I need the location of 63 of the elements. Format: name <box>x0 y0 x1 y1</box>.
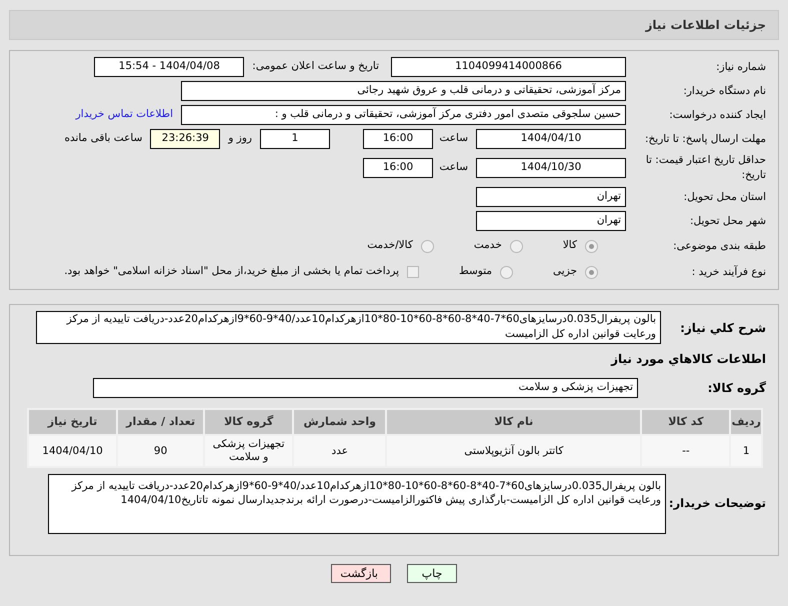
field-label: ایجاد کننده درخواست: <box>668 108 766 122</box>
buyer-field: مرکز آموزشی، تحقیقاتی و درمانی قلب و عروق شهید رجائی <box>181 81 626 101</box>
radio-button[interactable] <box>420 240 434 252</box>
buyer-contact-link[interactable]: اطلاعات تماس خریدار <box>76 107 173 123</box>
field-label: روز و <box>228 131 252 146</box>
radio-button[interactable] <box>500 266 514 278</box>
field-label: حداقل تاریخ اعتبار قیمت: تا تاریخ: <box>644 153 766 183</box>
table-cell: 1 <box>730 435 762 467</box>
field-label: شماره نیاز: <box>715 60 766 74</box>
field-label: ساعت <box>441 160 468 176</box>
table-cell: تجهیزات پزشکی و سلامت <box>204 435 294 467</box>
radio-button[interactable] <box>585 266 598 278</box>
field-label: گروه کالا: <box>706 380 766 397</box>
radio-button[interactable] <box>510 240 523 252</box>
field-label: توضیحات خریدار: <box>668 495 766 512</box>
page-header: جزئیات اطلاعات نیاز <box>9 10 779 40</box>
column-header: کد کالا <box>641 409 730 435</box>
summary-text-area[interactable]: بالون پریفرال0.035درسایزهای60*7-40*8-60*8-60*10-80*10ازهرکدام10عدد/40*9-60*9ازهرکدام20عدد-دریافت تاییدیه از مرکز ورعایت قوانین اداره کل الزامیست <box>36 311 661 344</box>
print-button[interactable]: چاپ <box>407 564 457 583</box>
days-field: 1 <box>260 129 330 149</box>
radio-label: جزیی <box>553 264 577 280</box>
column-header: واحد شمارش <box>293 409 386 435</box>
field-label: شهر محل تحویل: <box>689 214 766 228</box>
validity-date-field: 1404/10/30 <box>476 158 626 178</box>
table-cell: -- <box>641 435 730 467</box>
checkbox[interactable] <box>407 266 420 278</box>
table-cell: عدد <box>293 435 386 467</box>
deadline-date-field: 1404/04/10 <box>476 129 626 149</box>
field-label: مهلت ارسال پاسخ: تا تاریخ: <box>644 132 766 146</box>
radio-label: متوسط <box>459 264 492 280</box>
table-cell: 1404/04/10 <box>28 435 118 467</box>
goods-group-field: تجهیزات پزشکی و سلامت <box>93 378 638 398</box>
remaining-time-field: 23:26:39 <box>150 129 220 149</box>
table-cell: کاتتر بالون آنژیوپلاستی <box>386 435 642 467</box>
validity-time-field: 16:00 <box>363 158 433 178</box>
column-header: نام کالا <box>386 409 642 435</box>
radio-label: کالا/خدمت <box>367 238 413 254</box>
deadline-time-field: 16:00 <box>363 129 433 149</box>
radio-label: کالا <box>562 238 577 254</box>
field-label: ساعت باقی مانده <box>64 131 142 146</box>
table-cell: 90 <box>117 435 204 467</box>
requester-field: حسین سلجوقی متصدی امور دفتری مرکز آموزشی، تحقیقاتی و درمانی قلب و : <box>181 105 626 125</box>
radio-button[interactable] <box>585 240 598 252</box>
field-label: نوع فرآیند خرید : <box>690 264 766 280</box>
column-header: تعداد / مقدار <box>117 409 204 435</box>
back-button[interactable]: بازگشت <box>331 564 391 583</box>
field-label: شرح کلي نياز: <box>679 320 766 337</box>
field-label: استان محل تحویل: <box>682 190 766 204</box>
field-label: نام دستگاه خریدار: <box>682 84 766 98</box>
column-header: ردیف <box>730 409 762 435</box>
checkbox-label: پرداخت تمام یا بخشی از مبلغ خرید،از محل "اسناد خزانه اسلامی" خواهد بود. <box>64 264 400 280</box>
radio-label: خدمت <box>474 238 502 254</box>
city-field: تهران <box>476 211 626 231</box>
section-title: اطلاعات کالاهاي مورد نياز <box>610 351 766 368</box>
column-header: تاریخ نیاز <box>28 409 118 435</box>
need-number-field: 1104099414000866 <box>391 57 626 77</box>
field-label: ساعت <box>441 131 468 146</box>
buyer-notes-text-area[interactable]: بالون پریفرال0.035درسایزهای60*7-40*8-60*8-60*10-80*10ازهرکدام10عدد/40*9-60*9ازهرکدام20عدد-دریافت تاییدیه از مرکز ورعایت قوانین اداره کل الزامیست-بارگذاری پیش فاکتورالزامیست-درصورت ارائه برندجدیدارسال نمونه تاتاریخ1404/04/10 <box>48 474 666 534</box>
announce-date-field: 1404/04/08 - 15:54 <box>94 57 244 77</box>
field-label: تاریخ و ساعت اعلان عمومی: <box>252 59 379 74</box>
field-label: طبقه بندی موضوعی: <box>672 238 766 254</box>
column-header: گروه کالا <box>204 409 294 435</box>
province-field: تهران <box>476 187 626 207</box>
